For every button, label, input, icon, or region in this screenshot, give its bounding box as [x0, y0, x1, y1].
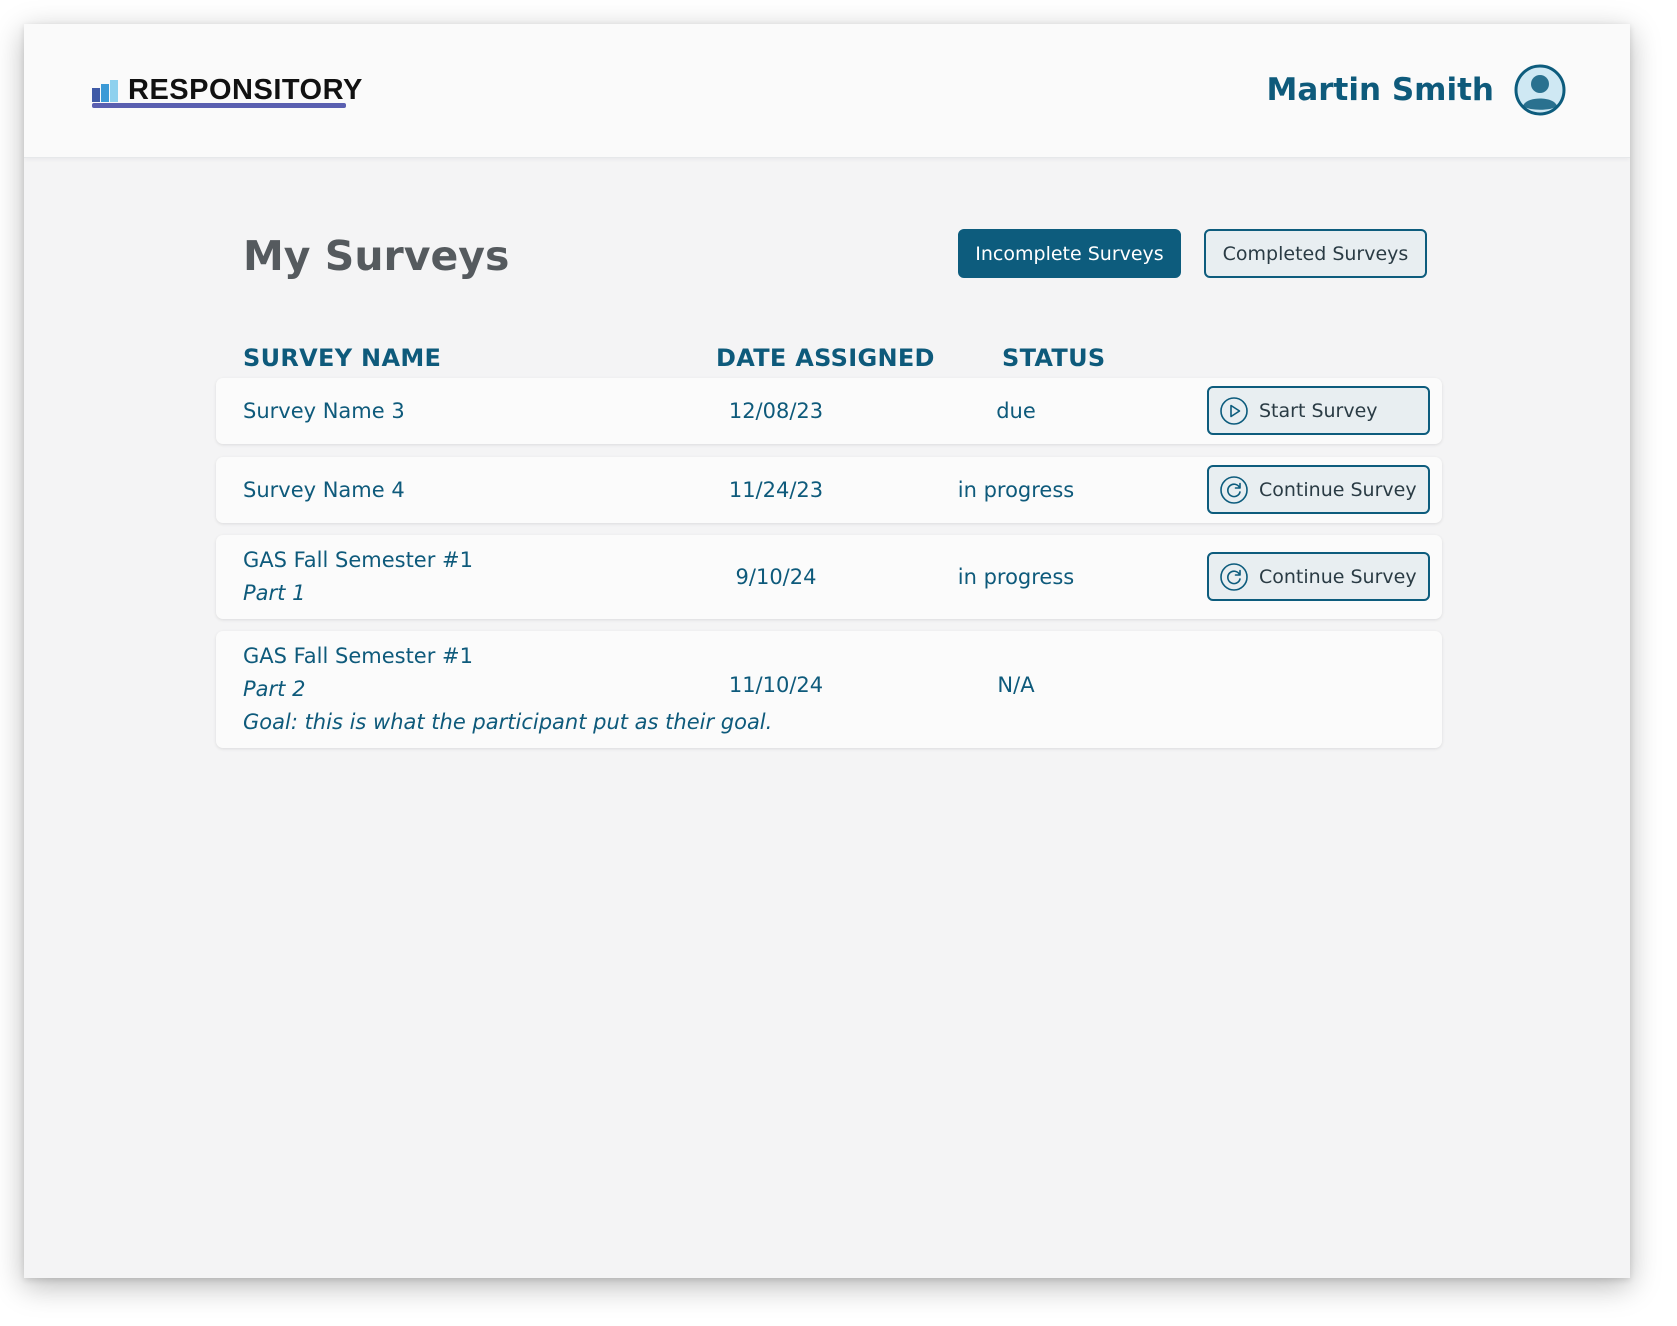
survey-part-label: Part 2	[243, 677, 306, 701]
survey-name: Survey Name 4	[243, 474, 405, 507]
survey-name: GAS Fall Semester #1 Part 2 Goal: this i…	[243, 640, 772, 739]
survey-goal-label: Goal: this is what the participant put a…	[243, 710, 773, 734]
table-row: GAS Fall Semester #1 Part 2 Goal: this i…	[216, 631, 1442, 748]
status: due	[996, 399, 1036, 423]
continue-survey-button[interactable]: Continue Survey	[1207, 465, 1430, 514]
column-header-survey-name: SURVEY NAME	[243, 344, 442, 372]
table-row: Survey Name 3 12/08/23 due Start Survey	[216, 378, 1442, 444]
survey-name-label: Survey Name 3	[243, 399, 405, 423]
user-menu[interactable]: Martin Smith	[1266, 64, 1566, 116]
date-assigned: 11/10/24	[728, 673, 824, 697]
column-header-date-assigned: DATE ASSIGNED	[716, 344, 935, 372]
table-row: GAS Fall Semester #1 Part 1 9/10/24 in p…	[216, 535, 1442, 619]
date-assigned: 9/10/24	[735, 565, 817, 589]
logo-bars-icon	[92, 79, 122, 102]
survey-part-label: Part 1	[243, 581, 306, 605]
survey-name: GAS Fall Semester #1 Part 1	[243, 544, 473, 610]
app-window: RESPONSITORY Martin Smith My Surveys Inc…	[24, 24, 1630, 1278]
status: in progress	[957, 478, 1075, 502]
top-bar: RESPONSITORY Martin Smith	[24, 24, 1630, 158]
logo-underline	[92, 103, 346, 108]
user-avatar-icon[interactable]	[1514, 64, 1566, 116]
table-row: Survey Name 4 11/24/23 in progress Conti…	[216, 457, 1442, 523]
date-assigned: 12/08/23	[728, 399, 824, 423]
user-name: Martin Smith	[1266, 72, 1494, 108]
continue-survey-label: Continue Survey	[1259, 565, 1417, 588]
refresh-circle-icon	[1219, 562, 1249, 592]
play-circle-icon	[1219, 396, 1249, 426]
status: in progress	[957, 565, 1075, 589]
survey-name: Survey Name 3	[243, 395, 405, 428]
survey-name-label: GAS Fall Semester #1	[243, 548, 473, 572]
date-assigned: 11/24/23	[728, 478, 824, 502]
continue-survey-label: Continue Survey	[1259, 478, 1417, 501]
start-survey-label: Start Survey	[1259, 399, 1378, 422]
survey-name-label: Survey Name 4	[243, 478, 405, 502]
page-title: My Surveys	[243, 232, 510, 280]
tab-incomplete-surveys[interactable]: Incomplete Surveys	[958, 229, 1181, 278]
status: N/A	[997, 673, 1035, 697]
refresh-circle-icon	[1219, 475, 1249, 505]
start-survey-button[interactable]: Start Survey	[1207, 386, 1430, 435]
survey-name-label: GAS Fall Semester #1	[243, 644, 473, 668]
tab-completed-surveys[interactable]: Completed Surveys	[1204, 229, 1427, 278]
continue-survey-button[interactable]: Continue Survey	[1207, 552, 1430, 601]
column-header-status: STATUS	[1002, 344, 1106, 372]
